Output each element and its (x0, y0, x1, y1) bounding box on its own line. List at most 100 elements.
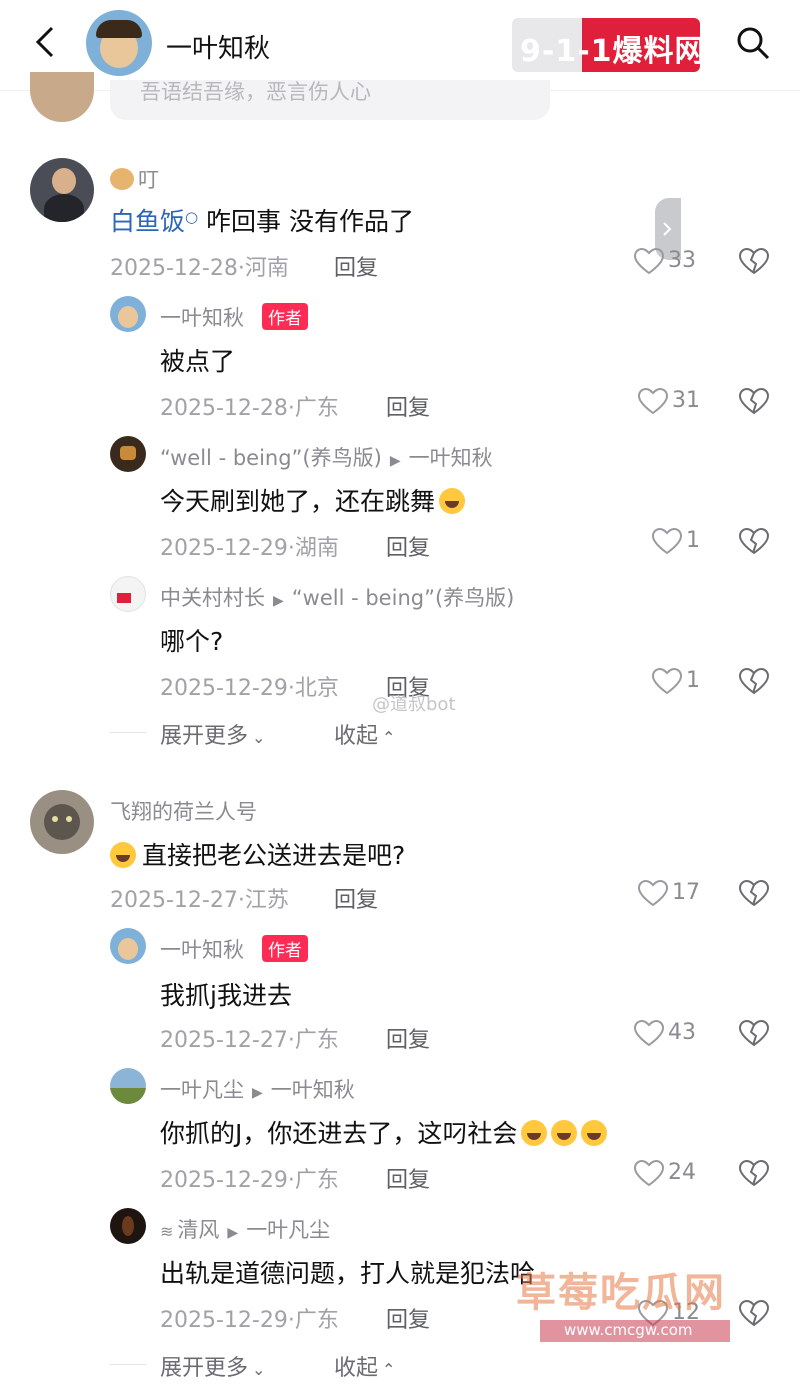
laughing-emoji-icon (439, 488, 466, 514)
dislike-button[interactable] (738, 247, 770, 276)
avatar[interactable] (110, 1068, 146, 1104)
wind-icon: ≋ (160, 1222, 174, 1241)
comment-text: 我抓j我进去 (160, 981, 292, 1010)
dislike-button[interactable] (738, 1159, 770, 1188)
comment-meta: 2025-12-28·河南 (110, 256, 289, 281)
like-button[interactable]: 24 (634, 1158, 708, 1190)
expand-more-button[interactable]: 展开更多 ⌄ (160, 1350, 265, 1382)
commenter-name[interactable]: 飞翔的荷兰人号 (110, 796, 257, 826)
laughing-emoji-icon (521, 1120, 548, 1146)
reply-button[interactable]: 回复 (386, 1302, 430, 1334)
dislike-button[interactable] (738, 1299, 770, 1328)
partial-avatar (30, 72, 94, 122)
reply-arrow-icon: ▶ (227, 1225, 239, 1241)
avatar[interactable] (110, 436, 146, 472)
like-button[interactable]: 1 (652, 666, 712, 698)
reply-button[interactable]: 回复 (386, 390, 430, 422)
broken-heart-icon (738, 1299, 770, 1327)
collapse-button[interactable]: 收起 ⌃ (334, 718, 395, 750)
like-count: 31 (672, 388, 700, 413)
site-watermark-url: www.cmcgw.com (540, 1320, 730, 1342)
dislike-button[interactable] (738, 387, 770, 416)
commenter-name[interactable]: 一叶知秋 (160, 934, 244, 964)
search-icon (737, 27, 770, 60)
avatar[interactable] (110, 296, 146, 332)
comment-text: 被点了 (160, 347, 236, 376)
reply-button[interactable]: 回复 (386, 530, 430, 562)
commenter-name[interactable]: “well - being”(养鸟版) ▶ 一叶知秋 (160, 442, 493, 472)
search-placeholder: 吾语结吾缘，恶言伤人心 (140, 80, 371, 104)
expand-divider (110, 732, 146, 733)
like-button[interactable]: 33 (634, 246, 704, 278)
like-count: 33 (668, 248, 696, 273)
broken-heart-icon (738, 387, 770, 415)
reply-button[interactable]: 回复 (386, 1162, 430, 1194)
comment-meta: 2025-12-27·江苏 (110, 888, 289, 913)
reply-arrow-icon: ▶ (389, 453, 401, 469)
chevron-left-icon (35, 26, 54, 58)
comment-meta: 2025-12-27·广东 (160, 1028, 339, 1053)
avatar[interactable] (110, 576, 146, 612)
heart-icon (634, 1160, 664, 1187)
chevron-down-icon: ⌄ (252, 728, 266, 747)
mention-link[interactable]: 白鱼饭 (110, 207, 185, 236)
reply-button[interactable]: 回复 (386, 1022, 430, 1054)
heart-icon (638, 388, 668, 415)
comment-meta: 2025-12-29·广东 (160, 1308, 339, 1333)
collapse-button[interactable]: 收起 ⌃ (334, 1350, 395, 1382)
comment-meta: 2025-12-29·湖南 (160, 536, 339, 561)
header-avatar[interactable] (86, 10, 152, 76)
comment-meta: 2025-12-29·北京 (160, 676, 339, 701)
like-button[interactable]: 31 (638, 386, 708, 418)
avatar[interactable] (30, 158, 94, 222)
dislike-button[interactable] (738, 879, 770, 908)
broken-heart-icon (738, 667, 770, 695)
expand-divider (110, 1364, 146, 1365)
laughing-emoji-icon (551, 1120, 578, 1146)
comment-meta: 2025-12-28·广东 (160, 396, 339, 421)
search-button[interactable] (734, 24, 774, 64)
comment-text: 出轨是道德问题，打人就是犯法哈 (160, 1259, 536, 1288)
commenter-name[interactable]: 叮 (110, 164, 159, 194)
dislike-button[interactable] (738, 1019, 770, 1048)
page-title: 一叶知秋 (166, 34, 271, 64)
commenter-name[interactable]: ≋ 清风 ▶ 一叶凡尘 (160, 1214, 330, 1244)
like-button[interactable]: 17 (638, 878, 708, 910)
comment-meta: 2025-12-29·广东 (160, 1168, 339, 1193)
chevron-up-icon: ⌃ (382, 1360, 396, 1379)
heart-icon (634, 1020, 664, 1047)
comment-text: 哪个? (160, 627, 224, 656)
broken-heart-icon (738, 1159, 770, 1187)
broken-heart-icon (738, 879, 770, 907)
chevron-down-icon: ⌄ (252, 1360, 266, 1379)
commenter-name[interactable]: 中关村村长 ▶ “well - being”(养鸟版) (160, 582, 514, 612)
like-button[interactable]: 1 (652, 526, 712, 558)
search-input[interactable]: 吾语结吾缘，恶言伤人心 (110, 80, 550, 120)
like-button[interactable]: 43 (634, 1018, 708, 1050)
commenter-name[interactable]: 一叶知秋 (160, 302, 244, 332)
back-button[interactable] (28, 22, 64, 62)
heart-icon (652, 528, 682, 555)
heart-icon (638, 880, 668, 907)
like-count: 1 (686, 528, 700, 553)
dislike-button[interactable] (738, 667, 770, 696)
heart-icon (634, 248, 664, 275)
reply-arrow-icon: ▶ (252, 1085, 263, 1101)
search-small-icon: ○ (185, 208, 199, 226)
avatar[interactable] (110, 1208, 146, 1244)
reply-button[interactable]: 回复 (334, 882, 378, 914)
reply-arrow-icon: ▶ (273, 593, 284, 609)
like-count: 17 (672, 880, 700, 905)
reply-button[interactable]: 回复 (334, 250, 378, 282)
like-count: 1 (686, 668, 700, 693)
avatar[interactable] (30, 790, 94, 854)
like-count: 24 (668, 1160, 696, 1185)
heart-icon (652, 668, 682, 695)
expand-more-button[interactable]: 展开更多 ⌄ (160, 718, 265, 750)
avatar[interactable] (110, 928, 146, 964)
chevron-up-icon: ⌃ (382, 728, 396, 747)
commenter-name[interactable]: 一叶凡尘 ▶ 一叶知秋 (160, 1074, 355, 1104)
like-count: 43 (668, 1020, 696, 1045)
broken-heart-icon (738, 1019, 770, 1047)
dislike-button[interactable] (738, 527, 770, 556)
